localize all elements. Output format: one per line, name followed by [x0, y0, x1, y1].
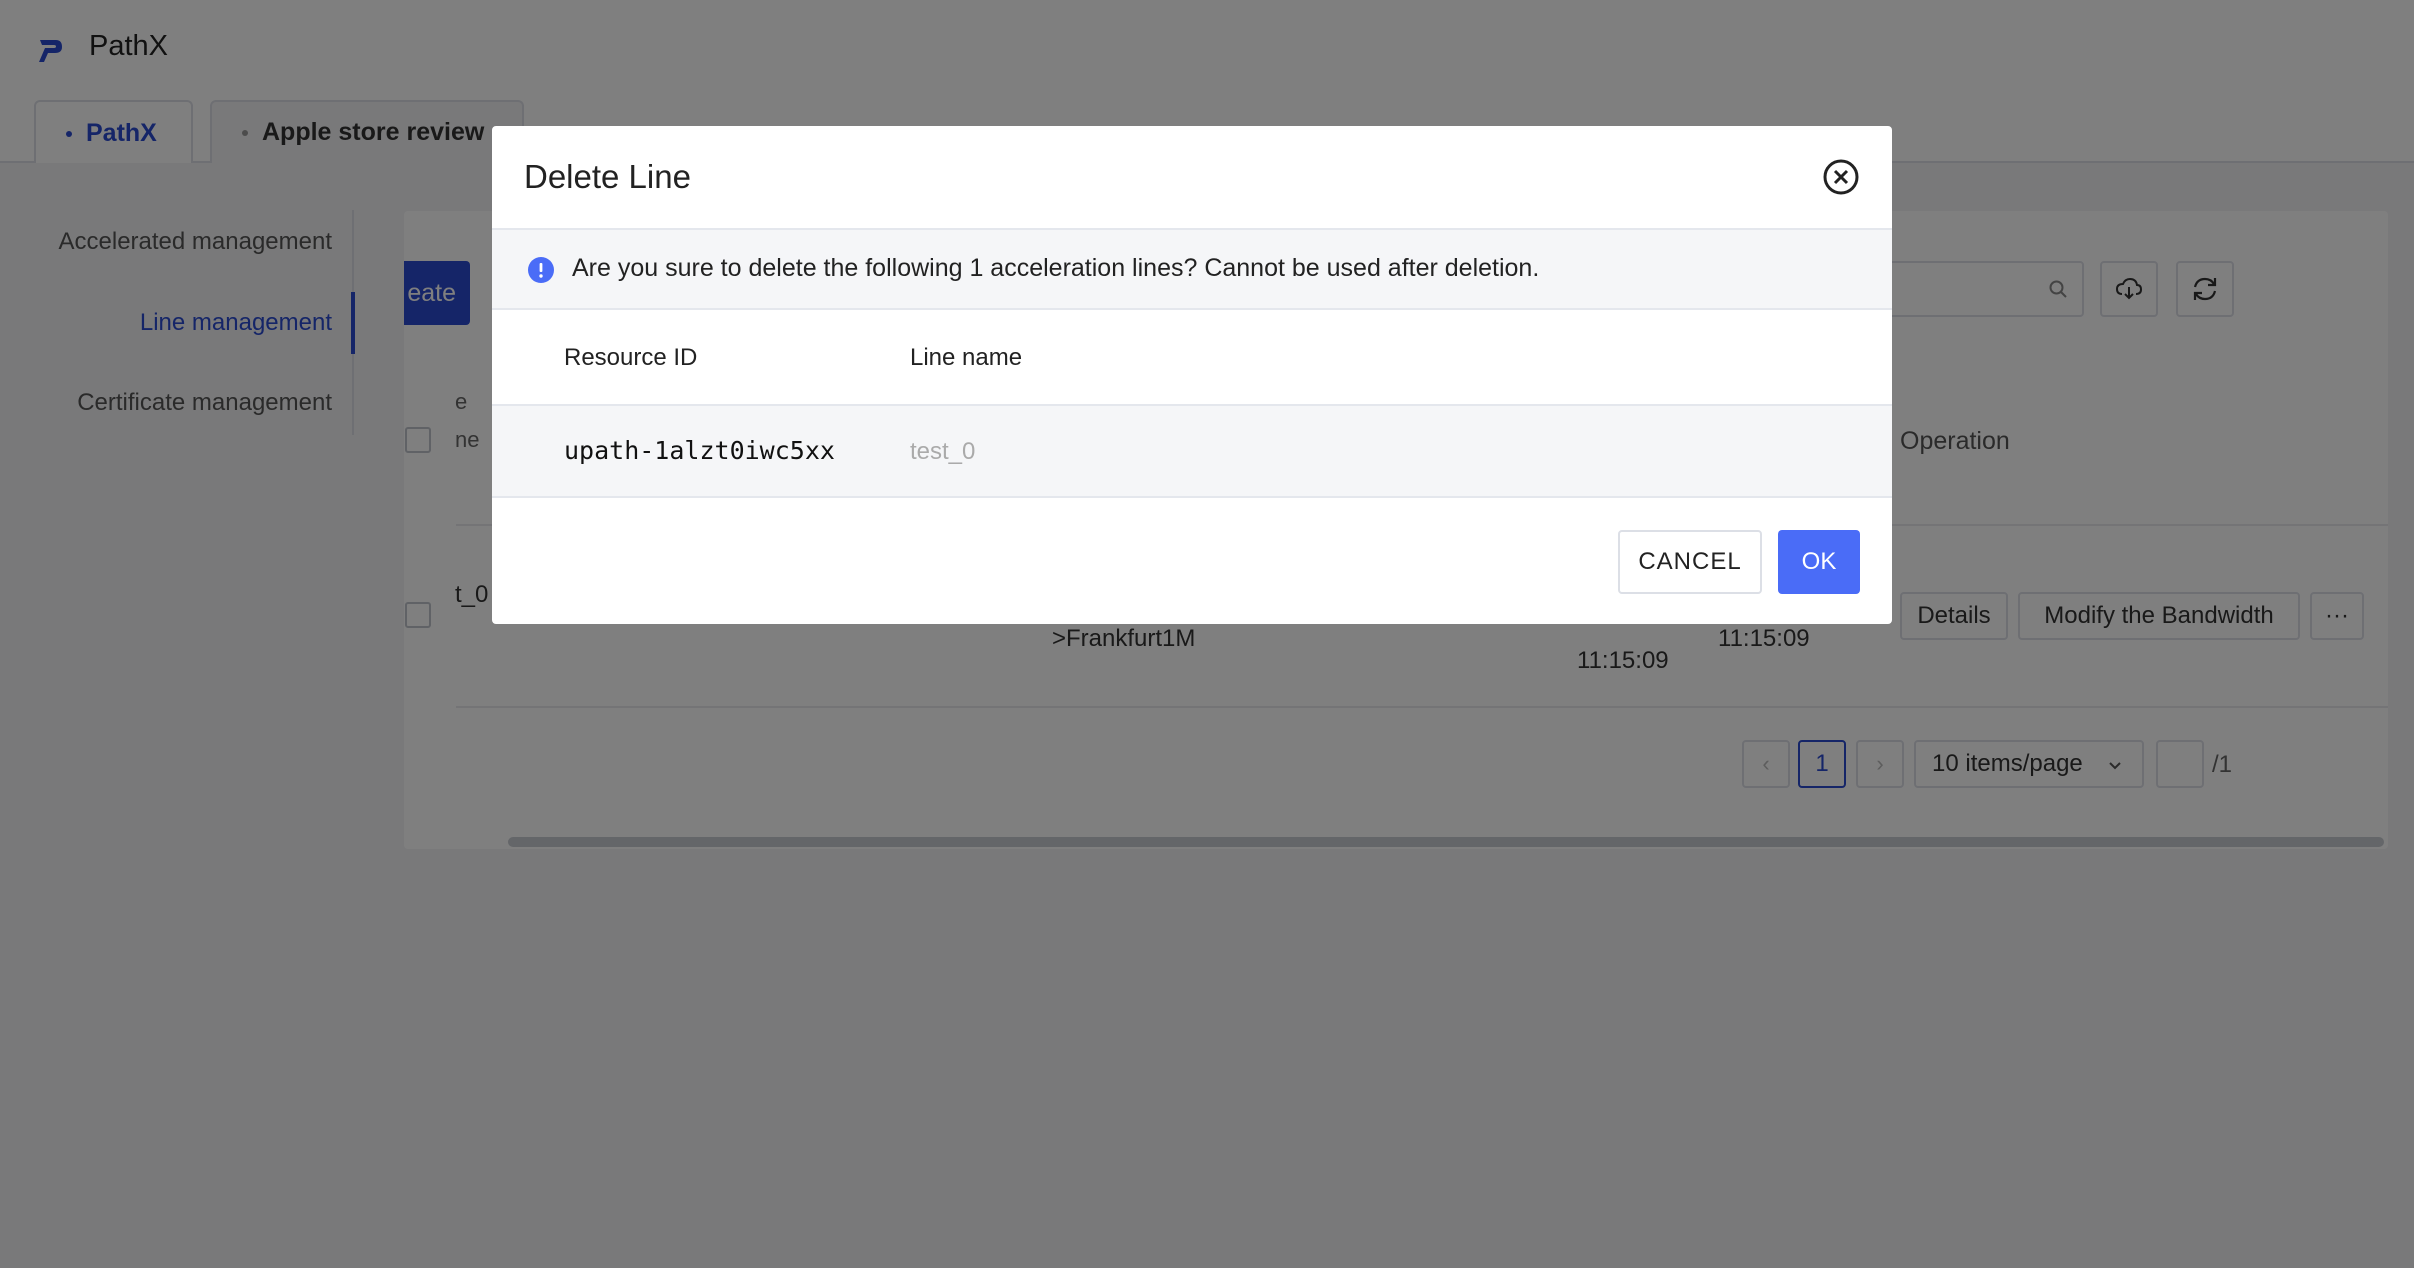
table-row: upath-1alzt0iwc5xx test_0 — [492, 406, 1892, 498]
column-header-line-name: Line name — [910, 344, 1023, 371]
dialog-header: Delete Line — [492, 126, 1892, 230]
delete-line-dialog: Delete Line Are you sure to delete the f… — [492, 126, 1892, 624]
close-icon[interactable] — [1822, 158, 1860, 196]
ok-button[interactable]: OK — [1778, 530, 1860, 594]
dialog-title: Delete Line — [524, 158, 691, 195]
resource-id-value: upath-1alzt0iwc5xx — [564, 436, 835, 465]
cancel-button[interactable]: CANCEL — [1618, 530, 1762, 594]
line-name-value: test_0 — [910, 438, 976, 465]
info-icon — [528, 257, 554, 283]
warning-alert: Are you sure to delete the following 1 a… — [492, 230, 1892, 310]
alert-message: Are you sure to delete the following 1 a… — [572, 254, 1540, 282]
column-header-resource-id: Resource ID — [564, 344, 698, 371]
